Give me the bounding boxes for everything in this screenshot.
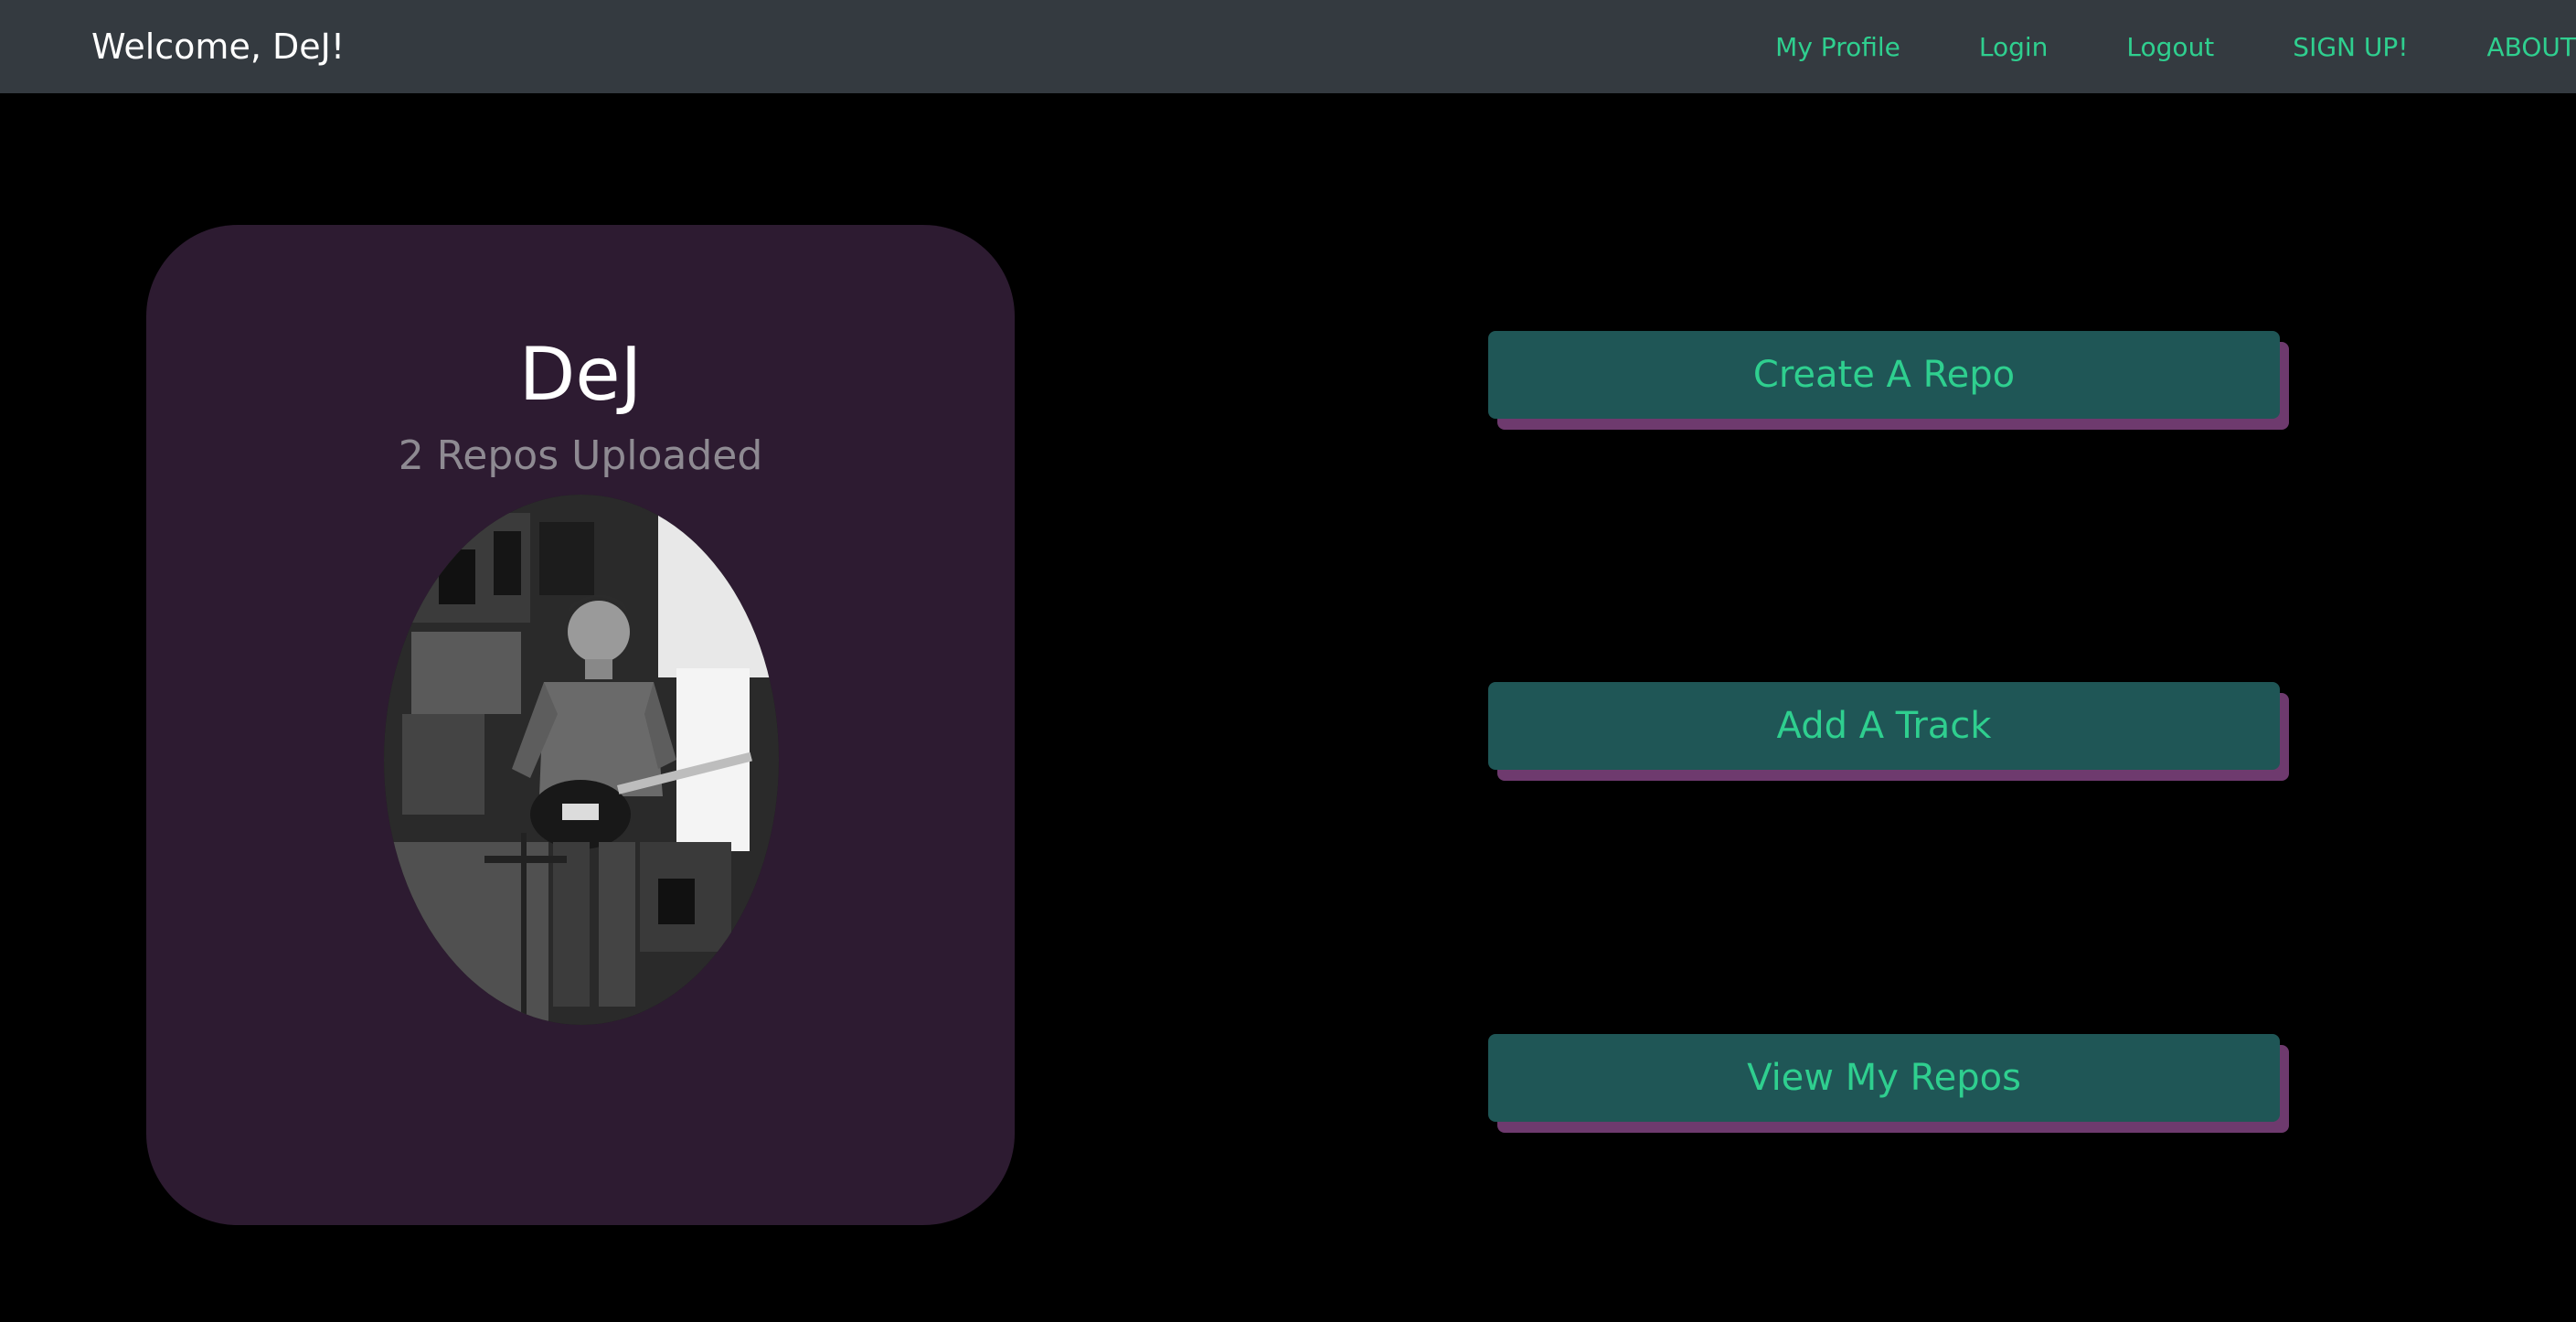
avatar-photo <box>384 495 779 1025</box>
nav-link-logout[interactable]: Logout <box>2126 32 2214 62</box>
repos-uploaded-count: 2 Repos Uploaded <box>398 432 763 479</box>
navbar: Welcome, DeJ! My Profile Login Logout SI… <box>0 0 2576 93</box>
nav-link-login[interactable]: Login <box>1979 32 2049 62</box>
create-repo-button[interactable]: Create A Repo <box>1488 331 2280 419</box>
nav-links: My Profile Login Logout SIGN UP! ABOUT <box>1697 0 2576 93</box>
view-my-repos-button[interactable]: View My Repos <box>1488 1034 2280 1122</box>
nav-link-my-profile[interactable]: My Profile <box>1775 32 1900 62</box>
nav-link-sign-up[interactable]: SIGN UP! <box>2293 32 2408 62</box>
add-track-button[interactable]: Add A Track <box>1488 682 2280 770</box>
profile-name: DeJ <box>518 332 643 417</box>
nav-link-about[interactable]: ABOUT <box>2486 32 2576 62</box>
avatar <box>384 495 779 1025</box>
profile-card: DeJ 2 Repos Uploaded <box>146 225 1015 1225</box>
welcome-brand[interactable]: Welcome, DeJ! <box>91 0 345 93</box>
